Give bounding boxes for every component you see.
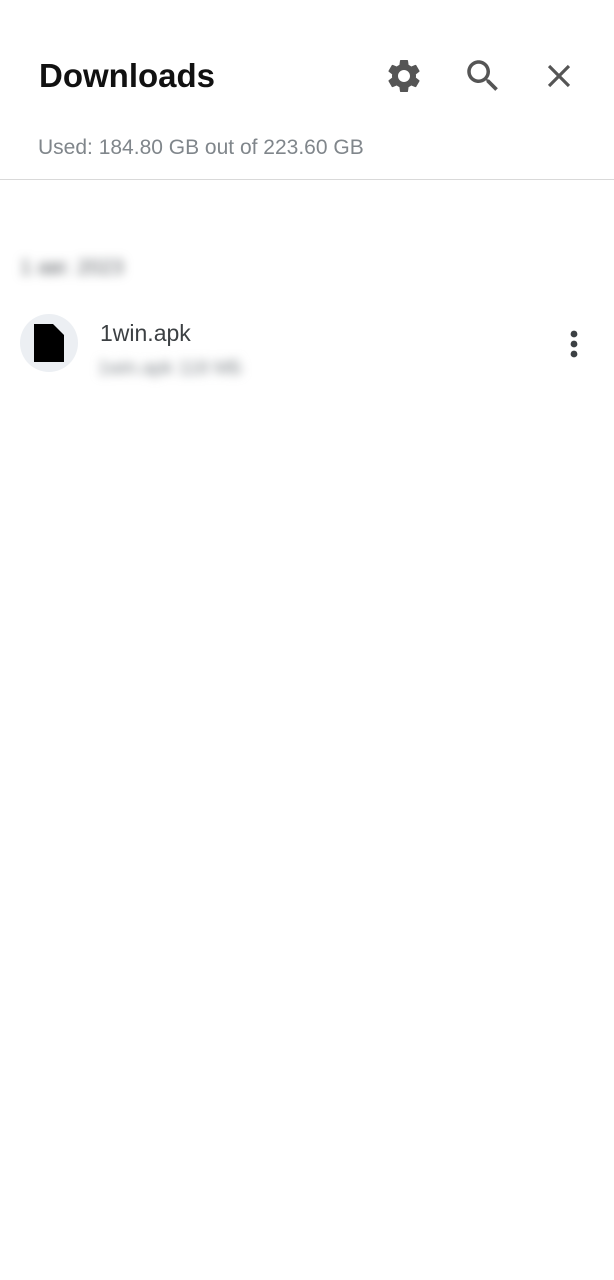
close-button[interactable] <box>535 52 583 100</box>
file-type-avatar <box>20 314 78 372</box>
settings-button[interactable] <box>380 52 428 100</box>
section-date-heading: 1 авг. 2023 <box>20 256 124 279</box>
page-title: Downloads <box>39 57 216 94</box>
storage-usage: Used: 184.80 GB out of 223.60 GB <box>38 136 364 159</box>
gear-icon <box>388 60 420 92</box>
more-vert-icon <box>570 330 578 358</box>
file-name: 1win.apk <box>100 320 191 346</box>
download-list-item[interactable]: 1win.apk 1win.apk 118 МБ <box>0 300 614 390</box>
close-icon <box>547 64 571 88</box>
file-icon <box>34 324 64 362</box>
app-header: Downloads Used: 184.80 GB out of 223.60 … <box>0 0 614 180</box>
search-button[interactable] <box>459 52 507 100</box>
search-icon <box>467 60 498 91</box>
file-details: 1win.apk 118 МБ <box>98 358 243 379</box>
item-menu-button[interactable] <box>552 320 596 368</box>
